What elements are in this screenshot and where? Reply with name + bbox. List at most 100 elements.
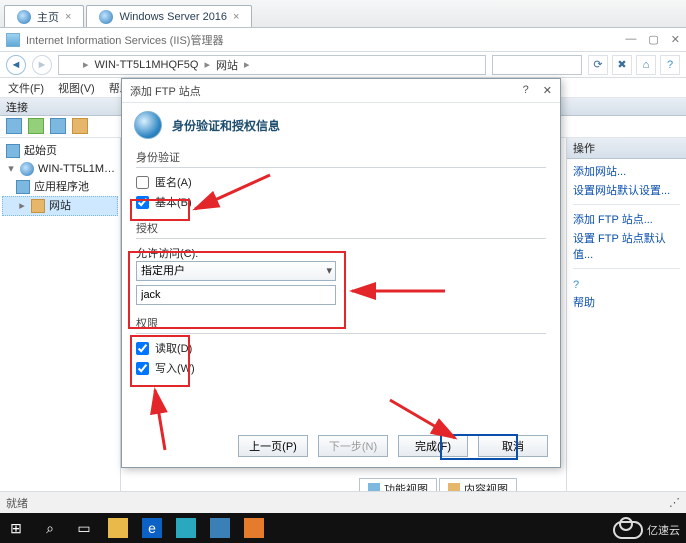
watermark-logo: 亿速云 <box>613 521 680 539</box>
menu-file[interactable]: 文件(F) <box>8 80 44 96</box>
allow-access-label: 允许访问(C): <box>136 245 546 261</box>
stop-icon[interactable]: ✖ <box>612 55 632 75</box>
folder-icon <box>31 199 45 213</box>
start-button[interactable]: ⊞ <box>6 518 26 538</box>
apppool-icon <box>16 180 30 194</box>
tree-server[interactable]: ▾ WIN-TT5L1MHQF5Q <box>2 160 118 178</box>
action-add-ftp[interactable]: 添加 FTP 站点... <box>573 211 680 227</box>
task-view-icon[interactable]: ▭ <box>74 518 94 538</box>
group-label: 身份验证 <box>136 149 546 167</box>
group-authentication: 身份验证 匿名(A) 基本(B) <box>136 149 546 210</box>
checkbox-input[interactable] <box>136 196 149 209</box>
expand-icon[interactable]: ▾ <box>6 161 16 177</box>
checkbox-anonymous[interactable]: 匿名(A) <box>136 174 546 190</box>
app-icon[interactable] <box>244 518 264 538</box>
user-input[interactable] <box>136 285 336 305</box>
actions-header: 操作 <box>567 138 686 159</box>
tab-server-label: Windows Server 2016 <box>119 11 227 23</box>
checkbox-basic[interactable]: 基本(B) <box>136 194 546 210</box>
globe-icon <box>134 111 162 139</box>
breadcrumb[interactable]: ▸ WIN-TT5L1MHQF5Q ▸ 网站 ▸ <box>58 55 486 75</box>
refresh-icon[interactable]: ⟳ <box>588 55 608 75</box>
tool-icon[interactable] <box>6 118 22 134</box>
connections-tree[interactable]: 起始页 ▾ WIN-TT5L1MHQF5Q 应用程序池 ▸ 网站 <box>0 138 121 501</box>
actions-pane: 操作 添加网站... 设置网站默认设置... 添加 FTP 站点... 设置 F… <box>566 138 686 501</box>
globe-icon <box>99 10 113 24</box>
tree-label: WIN-TT5L1MHQF5Q <box>38 161 116 177</box>
address-row: ◄ ► ▸ WIN-TT5L1MHQF5Q ▸ 网站 ▸ ⟳ ✖ ⌂ ? <box>0 52 686 78</box>
checkbox-read[interactable]: 读取(D) <box>136 340 546 356</box>
watermark-text: 亿速云 <box>647 522 680 538</box>
group-label: 权限 <box>136 315 546 333</box>
tree-start-page[interactable]: 起始页 <box>2 142 118 160</box>
dialog-buttons: 上一页(P) 下一步(N) 完成(F) 取消 <box>238 435 548 457</box>
file-explorer-icon[interactable] <box>108 518 128 538</box>
globe-icon <box>65 59 77 71</box>
checkbox-input[interactable] <box>136 176 149 189</box>
action-set-website-default[interactable]: 设置网站默认设置... <box>573 182 680 198</box>
search-box[interactable] <box>492 55 582 75</box>
checkbox-label: 读取(D) <box>155 340 192 356</box>
prev-button[interactable]: 上一页(P) <box>238 435 308 457</box>
globe-icon <box>17 10 31 24</box>
close-icon[interactable]: × <box>233 11 239 23</box>
breadcrumb-server: WIN-TT5L1MHQF5Q <box>95 59 199 71</box>
maximize-icon[interactable]: ▢ <box>648 33 658 46</box>
dialog-help-icon[interactable]: ? <box>523 84 529 97</box>
help-icon: ? <box>573 279 579 291</box>
group-permissions: 权限 读取(D) 写入(W) <box>136 315 546 376</box>
home-icon[interactable]: ⌂ <box>636 55 656 75</box>
cancel-button[interactable]: 取消 <box>478 435 548 457</box>
checkbox-input[interactable] <box>136 362 149 375</box>
taskbar[interactable]: ⊞ ⌕ ▭ e <box>0 513 686 543</box>
group-label: 授权 <box>136 220 546 238</box>
dialog-heading: 身份验证和授权信息 <box>172 117 280 134</box>
checkbox-label: 基本(B) <box>155 194 192 210</box>
allow-access-select[interactable]: 指定用户 <box>136 261 336 281</box>
help-icon[interactable]: ? <box>660 55 680 75</box>
status-bar: 就绪 ⋰ <box>0 491 686 513</box>
edge-icon[interactable]: e <box>142 518 162 538</box>
finish-button[interactable]: 完成(F) <box>398 435 468 457</box>
tree-label: 网站 <box>49 198 71 214</box>
dialog-close-icon[interactable]: ✕ <box>543 84 552 97</box>
server-manager-icon[interactable] <box>176 518 196 538</box>
expand-icon[interactable]: ▸ <box>17 198 27 214</box>
window-title: Internet Information Services (IIS)管理器 <box>26 32 223 48</box>
nav-forward-button: ► <box>32 55 52 75</box>
status-grip: ⋰ <box>669 496 680 509</box>
iis-icon <box>6 33 20 47</box>
browser-tab-strip: 主页 × Windows Server 2016 × <box>0 0 686 28</box>
checkbox-write[interactable]: 写入(W) <box>136 360 546 376</box>
checkbox-input[interactable] <box>136 342 149 355</box>
dialog-title: 添加 FTP 站点 <box>130 83 201 99</box>
tab-home[interactable]: 主页 × <box>4 5 84 27</box>
add-ftp-site-dialog: 添加 FTP 站点 ? ✕ 身份验证和授权信息 身份验证 匿名(A) 基本(B)… <box>121 78 561 468</box>
dialog-titlebar: 添加 FTP 站点 ? ✕ <box>122 79 560 103</box>
group-authorization: 授权 允许访问(C): 指定用户 ▾ <box>136 220 546 305</box>
tab-home-label: 主页 <box>37 9 59 25</box>
close-icon[interactable]: ✕ <box>671 33 680 46</box>
menu-view[interactable]: 视图(V) <box>58 80 95 96</box>
tree-label: 应用程序池 <box>34 179 89 195</box>
close-icon[interactable]: × <box>65 11 71 23</box>
next-button: 下一步(N) <box>318 435 388 457</box>
checkbox-label: 写入(W) <box>155 360 195 376</box>
checkbox-label: 匿名(A) <box>155 174 192 190</box>
server-icon <box>20 162 34 176</box>
minimize-icon[interactable]: — <box>625 33 636 46</box>
action-add-website[interactable]: 添加网站... <box>573 163 680 179</box>
action-help[interactable]: 帮助 <box>573 294 680 310</box>
tree-app-pools[interactable]: 应用程序池 <box>2 178 118 196</box>
tab-server[interactable]: Windows Server 2016 × <box>86 5 252 27</box>
dialog-header: 身份验证和授权信息 <box>122 103 560 149</box>
nav-back-button[interactable]: ◄ <box>6 55 26 75</box>
tree-sites[interactable]: ▸ 网站 <box>2 196 118 216</box>
tool-icon[interactable] <box>28 118 44 134</box>
tool-icon[interactable] <box>50 118 66 134</box>
iis-manager-icon[interactable] <box>210 518 230 538</box>
breadcrumb-node: 网站 <box>216 57 238 73</box>
tool-icon[interactable] <box>72 118 88 134</box>
action-set-ftp-default[interactable]: 设置 FTP 站点默认值... <box>573 230 680 262</box>
search-icon[interactable]: ⌕ <box>40 518 60 538</box>
